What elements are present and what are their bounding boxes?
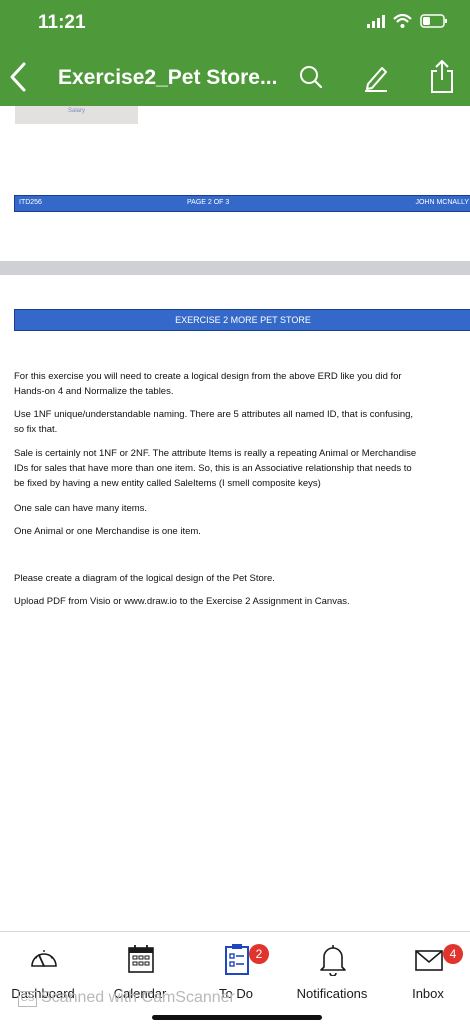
course-code: ITD256 <box>19 199 42 206</box>
share-icon[interactable] <box>428 58 456 94</box>
camscanner-watermark: CS Scanned with CamScanner <box>18 989 235 1007</box>
bell-icon <box>320 945 346 976</box>
erd-fragment: Salary <box>15 106 138 124</box>
paragraph-upload: Upload PDF from Visio or www.draw.io to … <box>14 596 350 607</box>
paragraph-sale-items: One sale can have many items. <box>14 503 148 514</box>
calendar-icon <box>128 945 154 973</box>
tab-label: Inbox <box>412 986 444 1001</box>
dashboard-icon <box>31 950 57 967</box>
back-chevron-icon[interactable] <box>6 60 30 94</box>
status-time: 11:21 <box>38 12 86 33</box>
search-icon[interactable] <box>298 62 324 92</box>
author-name: JOHN MCNALLY <box>415 199 469 206</box>
tab-label: Notifications <box>296 986 368 1001</box>
paragraph-normalization: Sale is certainly not 1NF or 2NF. The at… <box>14 448 417 489</box>
todo-badge: 2 <box>249 944 269 964</box>
signal-icon <box>367 14 385 28</box>
page-footer-bar: ITD256 PAGE 2 OF 3 JOHN MCNALLY <box>14 195 470 212</box>
paragraph-intro: For this exercise you will need to creat… <box>14 371 402 397</box>
camscanner-logo: CS <box>18 991 37 1007</box>
home-indicator[interactable] <box>152 1015 322 1020</box>
todo-icon <box>225 944 249 975</box>
bottom-tab-bar: Dashboard Calendar 2 To Do Notifications… <box>0 931 470 1025</box>
page-separator <box>0 261 470 275</box>
status-icons <box>367 14 448 28</box>
paragraph-naming: Use 1NF unique/understandable naming. Th… <box>14 409 414 435</box>
document-title: Exercise2_Pet Store... <box>58 66 278 89</box>
mail-icon <box>415 950 443 971</box>
pen-icon[interactable] <box>362 62 390 92</box>
page-number: PAGE 2 OF 3 <box>187 199 230 206</box>
section-title: EXERCISE 2 MORE PET STORE <box>14 309 470 331</box>
battery-icon <box>420 14 447 28</box>
top-bar: 11:21 Exercise2_Pet Store... <box>0 0 470 106</box>
document-viewer[interactable]: Salary ITD256 PAGE 2 OF 3 JOHN MCNALLY E… <box>0 106 470 931</box>
paragraph-item-rule: One Animal or one Merchandise is one ite… <box>14 526 201 537</box>
paragraph-diagram: Please create a diagram of the logical d… <box>14 573 275 584</box>
wifi-icon <box>393 14 412 28</box>
watermark-text: Scanned with CamScanner <box>41 989 235 1006</box>
inbox-badge: 4 <box>443 944 463 964</box>
